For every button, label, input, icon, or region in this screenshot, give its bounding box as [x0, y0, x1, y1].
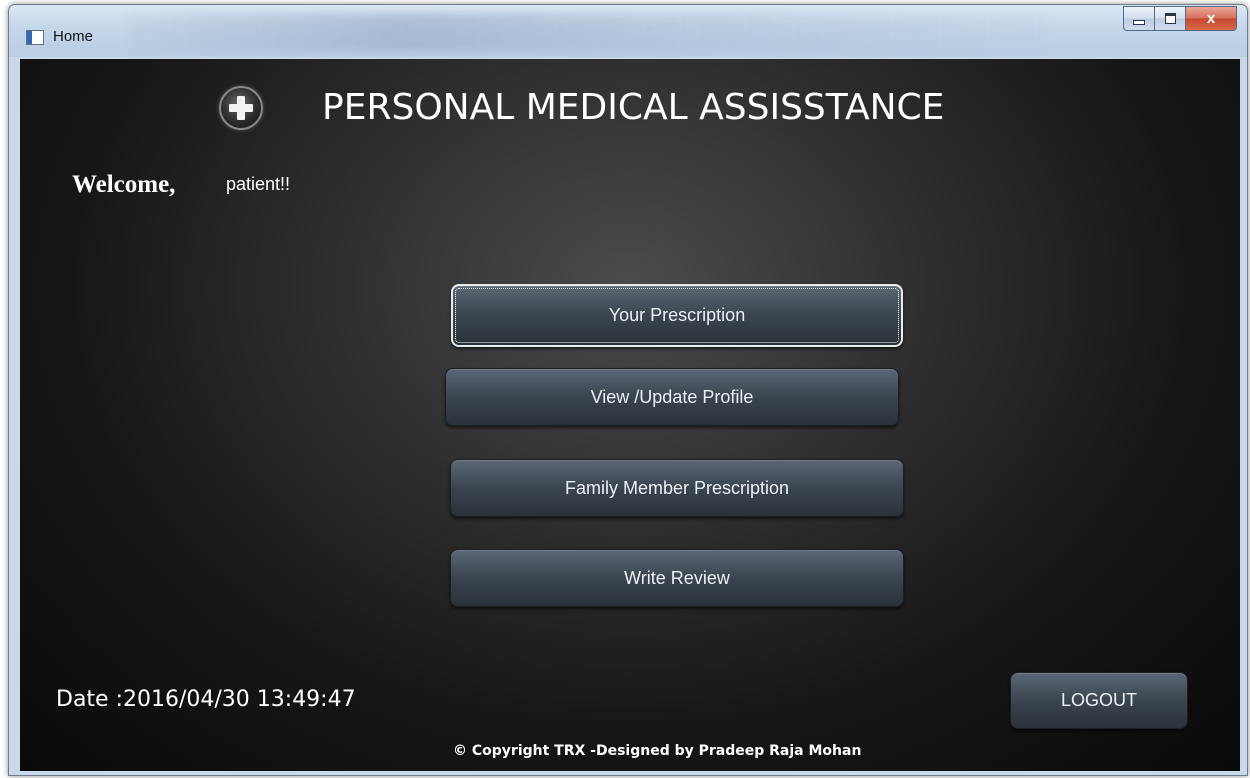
- medical-cross-icon: [219, 86, 263, 130]
- app-window: Home x PERSONAL MEDICAL ASSISSTANCE Welc…: [8, 4, 1248, 776]
- window-controls: x: [1123, 6, 1237, 33]
- close-button[interactable]: x: [1185, 6, 1237, 31]
- minimize-icon: [1133, 20, 1145, 25]
- date-time-display: Date :2016/04/30 13:49:47: [56, 687, 356, 712]
- close-icon: x: [1206, 10, 1216, 27]
- minimize-button[interactable]: [1123, 6, 1154, 31]
- your-prescription-button[interactable]: Your Prescription: [451, 284, 903, 347]
- welcome-label: Welcome,: [72, 171, 176, 198]
- view-update-profile-button[interactable]: View /Update Profile: [445, 368, 899, 426]
- copyright-text: © Copyright TRX -Designed by Pradeep Raj…: [453, 743, 862, 759]
- title-bar[interactable]: Home x: [9, 5, 1247, 57]
- logout-button[interactable]: LOGOUT: [1010, 672, 1188, 729]
- family-member-prescription-button[interactable]: Family Member Prescription: [450, 459, 904, 517]
- home-panel: PERSONAL MEDICAL ASSISSTANCE Welcome, pa…: [20, 59, 1240, 771]
- welcome-username: patient!!: [226, 174, 291, 194]
- title-bar-background: [129, 13, 1049, 51]
- app-title: PERSONAL MEDICAL ASSISSTANCE: [322, 87, 945, 128]
- write-review-button[interactable]: Write Review: [450, 549, 904, 607]
- maximize-button[interactable]: [1154, 6, 1185, 31]
- maximize-icon: [1164, 13, 1176, 24]
- window-title: Home: [53, 28, 94, 45]
- window-app-icon: [26, 30, 44, 45]
